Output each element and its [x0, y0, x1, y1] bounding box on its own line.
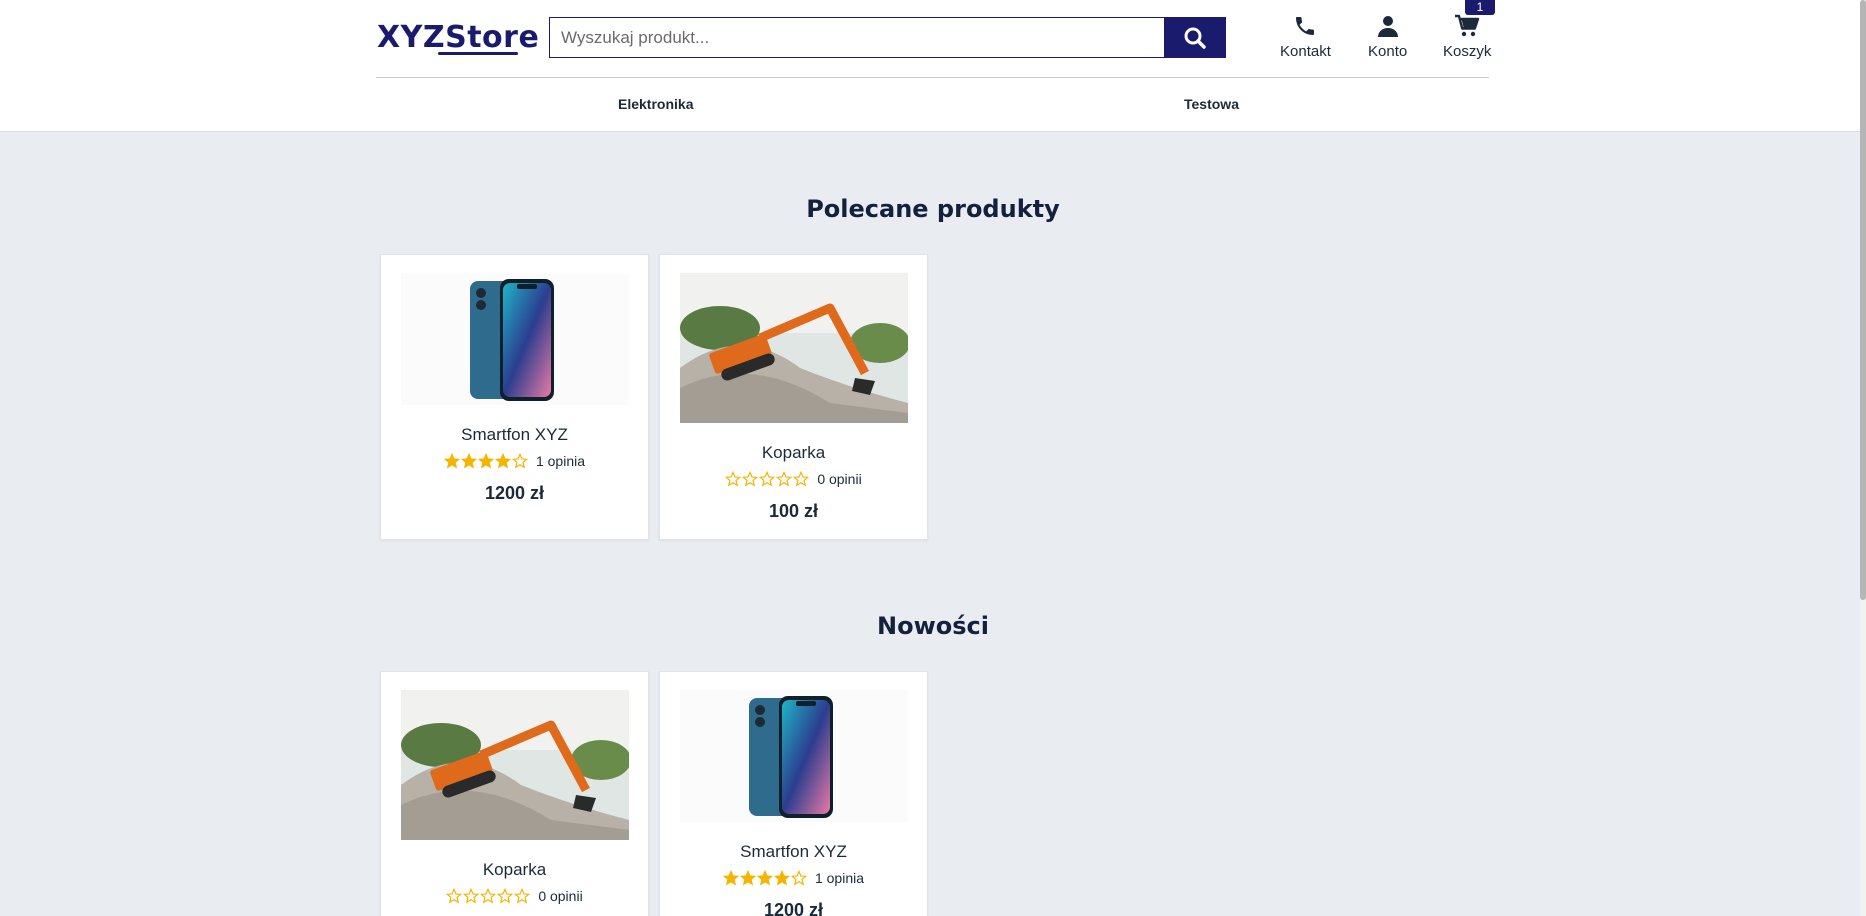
product-card[interactable]: Smartfon XYZ 1 opinia 1200 zł — [380, 254, 649, 540]
star-empty-icon — [790, 870, 807, 886]
star-empty-icon — [497, 888, 514, 904]
nav-item-elektronika[interactable]: Elektronika — [618, 96, 693, 112]
star-filled-icon — [756, 870, 773, 886]
star-empty-icon — [725, 471, 742, 487]
star-empty-icon — [514, 888, 531, 904]
search-icon — [1184, 27, 1206, 49]
product-rating: 1 opinia — [381, 453, 648, 469]
product-image[interactable] — [680, 690, 908, 822]
product-name[interactable]: Koparka — [660, 443, 927, 463]
excavator-image-icon — [401, 690, 629, 840]
rating-stars — [725, 471, 810, 487]
product-image[interactable] — [401, 273, 629, 405]
page-scrollbar[interactable] — [1860, 0, 1866, 916]
review-count: 1 opinia — [814, 870, 865, 886]
star-empty-icon — [463, 888, 480, 904]
account-label: Konto — [1368, 43, 1408, 60]
star-empty-icon — [480, 888, 497, 904]
star-filled-icon — [443, 453, 460, 469]
star-empty-icon — [776, 471, 793, 487]
cart-icon — [1455, 14, 1480, 37]
search-button[interactable] — [1164, 18, 1225, 57]
scrollbar-thumb[interactable] — [1860, 0, 1866, 600]
star-filled-icon — [739, 870, 756, 886]
star-empty-icon — [742, 471, 759, 487]
star-filled-icon — [773, 870, 790, 886]
product-card[interactable]: Koparka 0 opinii 100 zł — [659, 254, 928, 540]
star-empty-icon — [511, 453, 528, 469]
star-filled-icon — [494, 453, 511, 469]
star-empty-icon — [793, 471, 810, 487]
product-price: 100 zł — [768, 501, 819, 521]
rating-stars — [722, 870, 807, 886]
product-image[interactable] — [401, 690, 629, 840]
product-card[interactable]: Smartfon XYZ 1 opinia 1200 zł — [659, 671, 928, 916]
star-empty-icon — [446, 888, 463, 904]
section-title-featured: Polecane produkty — [806, 195, 1060, 223]
site-header: XYZStore Kontakt Konto Koszyk 1 — [0, 0, 1866, 132]
product-rating: 1 opinia — [660, 870, 927, 886]
section-title-new: Nowości — [877, 612, 989, 640]
product-rating: 0 opinii — [660, 471, 927, 487]
review-count: 1 opinia — [535, 453, 586, 469]
cart-link[interactable]: Koszyk — [1443, 14, 1491, 60]
product-name[interactable]: Smartfon XYZ — [381, 425, 648, 445]
nav-item-testowa[interactable]: Testowa — [1184, 96, 1239, 112]
review-count: 0 opinii — [817, 471, 862, 487]
phone-image-icon — [401, 273, 629, 405]
star-filled-icon — [477, 453, 494, 469]
rating-stars — [446, 888, 531, 904]
star-filled-icon — [722, 870, 739, 886]
phone-icon — [1296, 17, 1315, 35]
product-price: 1200 zł — [763, 900, 824, 916]
phone-image-icon — [680, 690, 908, 822]
account-link[interactable]: Konto — [1368, 14, 1407, 60]
product-name[interactable]: Smartfon XYZ — [660, 842, 927, 862]
store-logo[interactable]: XYZStore — [377, 20, 539, 55]
cart-label: Koszyk — [1443, 43, 1492, 60]
cart-count-badge: 1 — [1465, 0, 1495, 15]
logo-underline — [438, 52, 518, 55]
review-count: 0 opinii — [538, 888, 583, 904]
star-empty-icon — [759, 471, 776, 487]
star-filled-icon — [460, 453, 477, 469]
product-rating: 0 opinii — [381, 888, 648, 904]
product-price: 1200 zł — [484, 483, 545, 503]
search-bar — [549, 17, 1226, 58]
excavator-image-icon — [680, 273, 908, 423]
product-image[interactable] — [680, 273, 908, 423]
header-divider — [376, 77, 1489, 78]
user-icon — [1377, 16, 1398, 37]
contact-link[interactable]: Kontakt — [1280, 14, 1331, 60]
product-name[interactable]: Koparka — [381, 860, 648, 880]
rating-stars — [443, 453, 528, 469]
product-card[interactable]: Koparka 0 opinii — [380, 671, 649, 916]
search-input[interactable] — [550, 18, 1165, 57]
contact-label: Kontakt — [1280, 43, 1331, 60]
